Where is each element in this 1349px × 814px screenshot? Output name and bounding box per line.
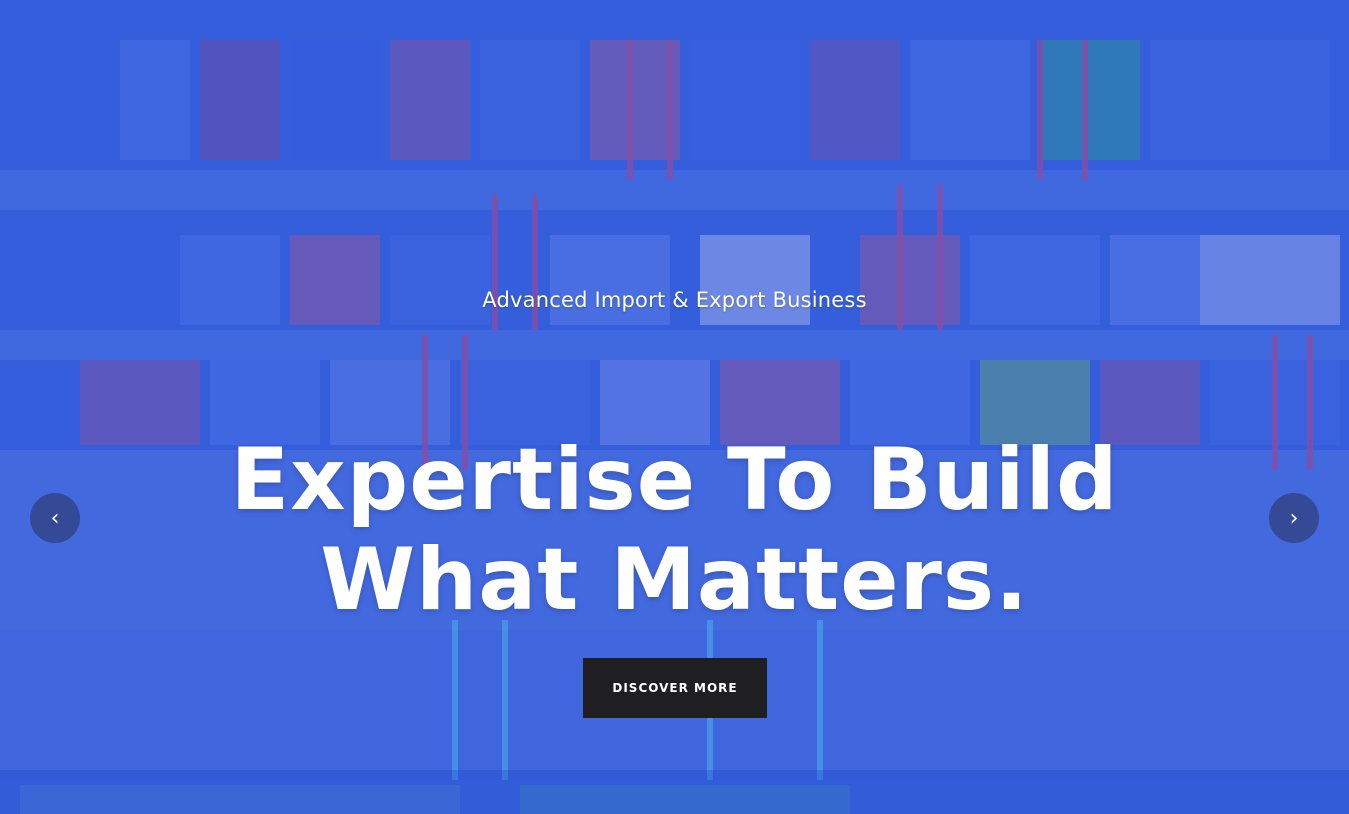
chevron-right-icon: › [1289,505,1299,531]
hero-slider: Advanced Import & Export Business Expert… [0,0,1349,814]
hero-content: Advanced Import & Export Business Expert… [0,0,1349,814]
slider-prev-button[interactable]: ‹ [30,493,80,543]
slider-next-button[interactable]: › [1269,493,1319,543]
headline-line-1: Expertise To Build [230,430,1119,530]
hero-headline: Expertise To Build What Matters. [0,430,1349,630]
hero-subtitle: Advanced Import & Export Business [482,288,867,312]
chevron-left-icon: ‹ [50,505,60,531]
discover-more-button[interactable]: DISCOVER MORE [583,658,767,718]
headline-line-2: What Matters. [320,530,1029,630]
